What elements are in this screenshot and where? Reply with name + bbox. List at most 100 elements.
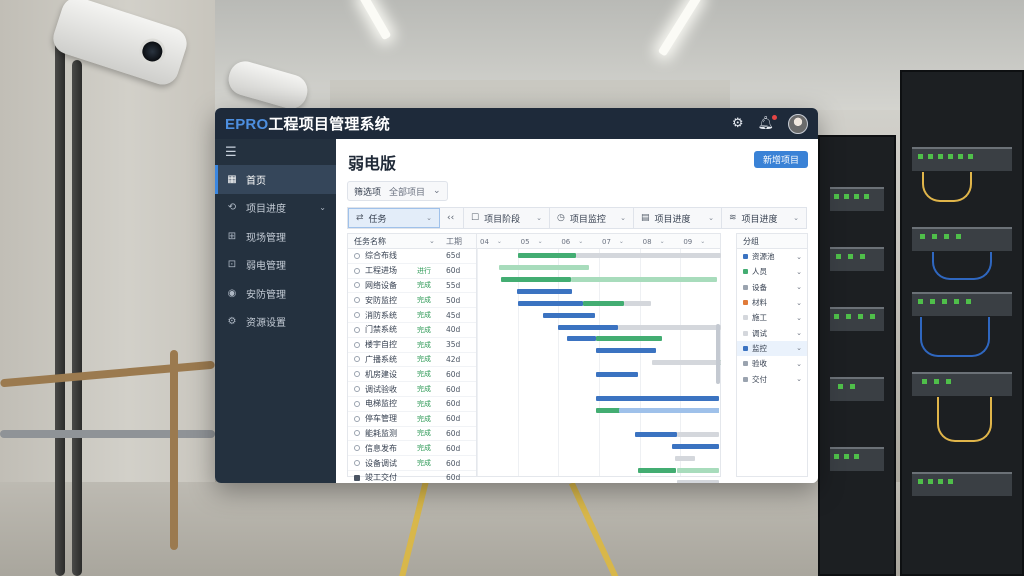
task-row[interactable]: 电梯监控 完成 60d [348,397,476,412]
menu-toggle-icon[interactable]: ☰ [215,139,336,165]
gear-icon[interactable]: ⚙ [732,117,744,130]
sidebar-item-label: 资源设置 [246,318,286,330]
task-duration: 65d [446,251,461,261]
task-row[interactable]: 广播系统 完成 42d [348,353,476,368]
resource-item[interactable]: 监控 ⌄ [737,340,807,357]
resource-item[interactable]: 调试 ⌄ [737,325,807,340]
tool-stage[interactable]: ☐ 项目阶段 ⌄ [464,208,550,228]
task-name: 综合布线 [365,251,397,261]
tool-task[interactable]: ⇄ 任务 ⌄ [348,208,440,228]
gantt-bar[interactable] [596,372,638,378]
task-row[interactable]: 楼宇自控 完成 35d [348,338,476,353]
tool-progress[interactable]: ▤ 项目进度 ⌄ [634,208,722,228]
task-row[interactable]: 门禁系统 完成 40d [348,323,476,338]
gantt-bar[interactable] [652,360,721,366]
app-logo[interactable]: EPRO工程项目管理系统 [225,113,390,134]
chevron-down-icon: ⌄ [426,214,432,222]
gantt-bar[interactable] [638,467,676,473]
gantt-bar[interactable] [635,431,677,437]
tool-monitor[interactable]: ◷ 项目监控 ⌄ [550,208,634,228]
resource-item[interactable]: 资源池 ⌄ [737,249,807,264]
bell-icon[interactable]: 🔔︎ [757,115,777,130]
gantt-bar[interactable] [576,253,721,258]
task-rows: 综合布线 65d 工程进场 进行 60d 网络设备 完成 55d 安防监控 完成 50d 消防系统 完成… [348,249,476,483]
resource-item[interactable]: 材料 ⌄ [737,295,807,310]
gantt-scrollbar[interactable] [716,324,720,384]
task-row[interactable]: 信息发布 完成 60d [348,441,476,457]
resource-label: 资源池 [752,252,775,262]
chevron-down-icon: ⌄ [433,186,441,196]
resource-item[interactable]: 施工 ⌄ [737,310,807,325]
resource-item[interactable]: 验收 ⌄ [737,356,807,371]
task-name: 安防监控 [365,295,397,305]
gantt-bar[interactable] [517,288,572,294]
gantt-bar[interactable] [619,408,719,414]
task-status: 完成 [417,340,431,349]
task-name: 机房建设 [365,369,397,379]
task-row[interactable]: 机房建设 完成 60d [348,367,476,383]
gantt-bar[interactable] [518,253,576,258]
task-status: 完成 [417,429,431,438]
task-status-icon [354,400,360,407]
resource-label: 验收 [752,359,767,369]
chevron-down-icon[interactable]: ⌄ [429,237,435,245]
add-project-button[interactable]: 新增项目 [754,151,808,168]
resource-label: 材料 [752,298,767,308]
task-row[interactable]: 综合布线 65d [348,249,476,264]
gantt-bar[interactable] [558,324,618,330]
resource-item[interactable]: 设备 ⌄ [737,280,807,295]
resource-color-swatch [743,284,748,290]
gantt-bar[interactable] [677,431,719,437]
task-name-header[interactable]: 任务名称 [354,236,386,247]
app-title: 工程项目管理系统 [268,116,390,133]
sidebar-item-security[interactable]: ◉ 安防管理 [215,279,336,308]
task-row[interactable]: 能耗监测 完成 60d [348,427,476,442]
gantt-bar[interactable] [675,455,695,461]
task-duration: 60d [446,414,461,424]
sidebar-item-resources[interactable]: ⚙ 资源设置 [215,308,336,337]
gantt-bar[interactable] [677,479,719,483]
avatar[interactable] [788,113,808,134]
sidebar-item-lowvoltage[interactable]: ⊡ 弱电管理 [215,251,336,280]
resource-item[interactable]: 人员 ⌄ [737,264,807,279]
gantt-bar[interactable] [583,300,624,306]
gantt-column-label: 08 ⌄ [640,234,681,249]
task-row[interactable]: 安防监控 完成 50d [348,293,476,309]
task-duration: 60d [446,399,461,409]
sidebar-item-site[interactable]: ⊞ 现场管理 [215,222,336,251]
gantt-bar[interactable] [624,300,651,306]
gantt-bar[interactable] [501,276,571,282]
resource-item[interactable]: 交付 ⌄ [737,371,807,386]
gantt-bar[interactable] [596,396,719,402]
gantt-bar[interactable] [677,467,719,473]
gantt-bar[interactable] [567,336,596,342]
tool-back[interactable]: ‹‹ [440,208,464,228]
task-status: 完成 [417,385,431,394]
gantt-bar[interactable] [571,276,717,282]
tool-label: 项目监控 [569,214,606,225]
task-row[interactable]: 停车管理 完成 60d [348,412,476,427]
task-row[interactable]: 网络设备 完成 55d [348,279,476,294]
gantt-bar[interactable] [596,348,656,354]
project-filter[interactable]: 筛选项 全部项目 ⌄ [347,181,448,201]
sidebar-item-home[interactable]: ▦ 首页 [215,165,336,194]
task-row[interactable]: 设备调试 完成 60d [348,456,476,471]
task-row[interactable]: 工程进场 进行 60d [348,264,476,279]
gantt-bar[interactable] [543,312,595,318]
network-cable [937,397,992,442]
task-row[interactable]: 调试验收 完成 60d [348,382,476,397]
chevron-down-icon: ⌄ [620,214,626,222]
task-row[interactable]: 竣工交付 60d [348,471,476,483]
gantt-bar[interactable] [618,324,721,330]
task-row[interactable]: 消防系统 完成 45d [348,308,476,323]
gantt-bar[interactable] [499,264,589,270]
gantt-bar[interactable] [518,300,583,306]
gantt-bar[interactable] [672,443,719,449]
task-status-icon [354,474,360,481]
patch-panel [830,447,884,471]
gantt-column-label: 06 ⌄ [558,234,599,249]
sidebar-item-progress[interactable]: ⟲ 项目进度 ⌄ [215,194,336,223]
gantt-bar[interactable] [596,336,662,342]
task-status-icon [354,356,360,363]
tool-network[interactable]: ≋ 项目进度 ⌄ [722,208,806,228]
